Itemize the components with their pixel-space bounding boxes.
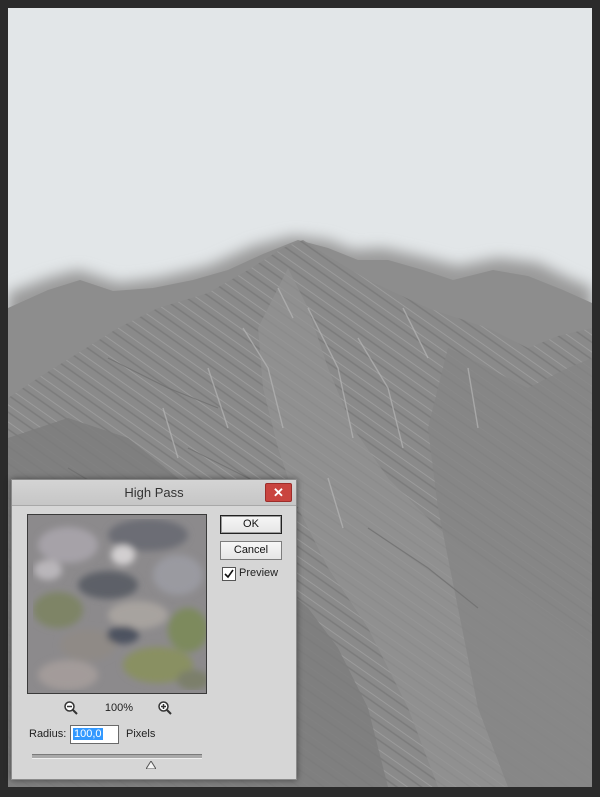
cancel-button[interactable]: Cancel: [220, 541, 282, 560]
radius-label: Radius:: [29, 728, 67, 740]
checkmark-icon: [224, 569, 234, 579]
zoom-controls: 100%: [27, 700, 205, 720]
close-icon: ✕: [273, 485, 284, 500]
high-pass-dialog: High Pass ✕ 100% OK Cancel Preview Radiu…: [11, 479, 297, 780]
dialog-title: High Pass: [124, 485, 184, 500]
close-button[interactable]: ✕: [265, 483, 292, 502]
preview-checkbox[interactable]: [222, 567, 236, 581]
radius-input[interactable]: 100,0: [70, 725, 119, 744]
radius-unit-label: Pixels: [126, 728, 156, 740]
zoom-in-icon[interactable]: [157, 700, 173, 716]
preview-thumbnail: [28, 515, 206, 693]
ok-button[interactable]: OK: [220, 515, 282, 534]
radius-slider-track[interactable]: [32, 754, 202, 759]
dialog-titlebar[interactable]: High Pass ✕: [12, 480, 296, 506]
zoom-level-readout: 100%: [104, 702, 134, 714]
zoom-out-icon[interactable]: [63, 700, 79, 716]
radius-value: 100,0: [73, 728, 103, 740]
preview-label: Preview: [239, 567, 279, 579]
filter-preview-pane[interactable]: [27, 514, 207, 694]
slider-thumb-icon[interactable]: [145, 756, 157, 770]
